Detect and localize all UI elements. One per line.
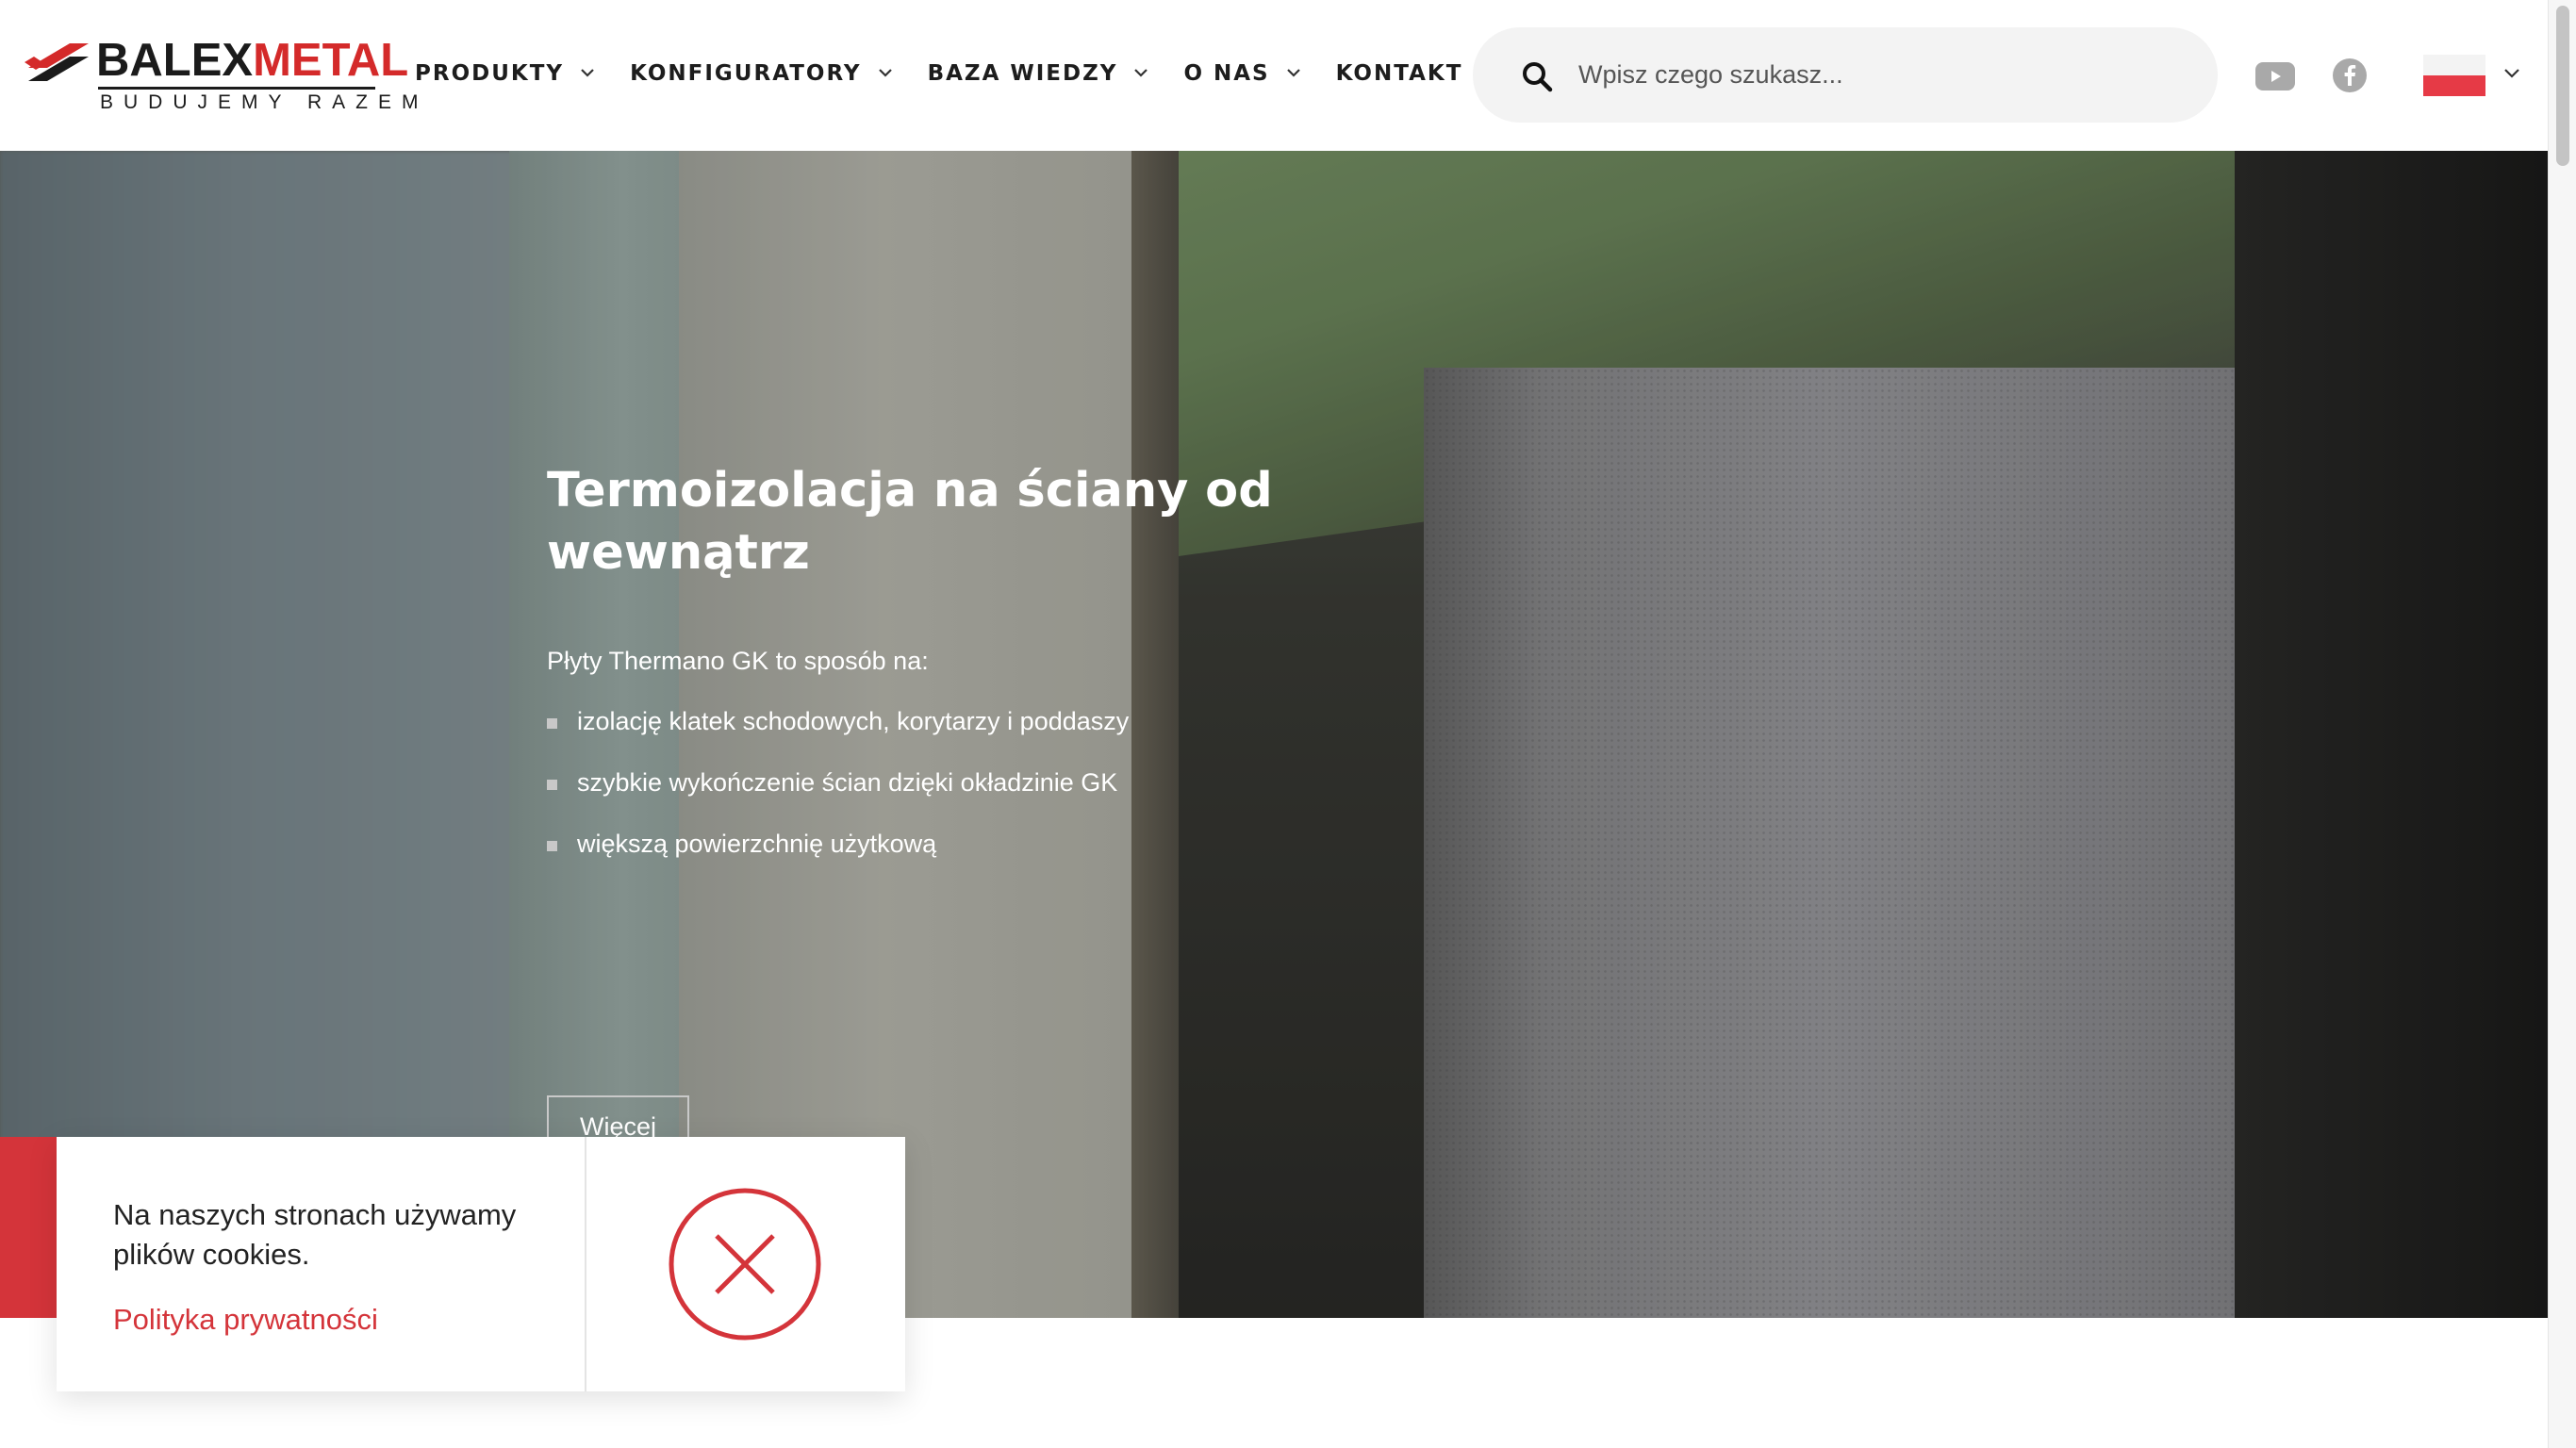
hero-bullet-list: izolację klatek schodowych, korytarzy i … xyxy=(547,702,1395,886)
chevron-down-icon xyxy=(1286,69,1300,77)
nav-item-label: O NAS xyxy=(1183,61,1270,86)
bullet-square-icon xyxy=(547,780,557,790)
hero-title: Termoizolacja na ściany od wewnątrz xyxy=(547,463,1273,581)
nav-item-baza-wiedzy[interactable]: BAZA WIEDZY xyxy=(928,61,1156,86)
nav-item-label: KONFIGURATORY xyxy=(630,61,862,86)
close-circle-icon[interactable] xyxy=(668,1187,822,1341)
scrollbar-thumb[interactable] xyxy=(2556,6,2569,166)
cookie-message: Na naszych stronach używamy plików cooki… xyxy=(113,1198,517,1271)
list-item: izolację klatek schodowych, korytarzy i … xyxy=(547,702,1395,764)
chevron-down-icon[interactable] xyxy=(2501,66,2523,81)
hero-lead: Płyty Thermano GK to sposób na: xyxy=(547,647,929,675)
nav-item-label: KONTAKT xyxy=(1335,61,1463,86)
nav-item-o-nas[interactable]: O NAS xyxy=(1183,61,1307,86)
nav-item-produkty[interactable]: PRODUKTY xyxy=(415,61,602,86)
nav-item-konfiguratory[interactable]: KONFIGURATORY xyxy=(630,61,900,86)
list-item-text: szybkie wykończenie ścian dzięki okładzi… xyxy=(577,768,1118,797)
chevron-down-icon xyxy=(581,69,594,77)
bullet-square-icon xyxy=(547,718,557,729)
logo-tagline: BUDUJEMY RAZEM xyxy=(100,91,429,113)
cookie-divider xyxy=(585,1137,586,1391)
list-item-text: większą powierzchnię użytkową xyxy=(577,830,937,858)
chevron-down-icon xyxy=(878,69,892,77)
bullet-square-icon xyxy=(547,841,557,851)
list-item-text: izolację klatek schodowych, korytarzy i … xyxy=(577,707,1130,735)
hero-content: Termoizolacja na ściany od wewnątrz Płyt… xyxy=(547,460,1395,1159)
search-input[interactable] xyxy=(1578,46,2182,103)
nav-item-label: BAZA WIEDZY xyxy=(927,61,1118,86)
facebook-icon[interactable] xyxy=(2333,58,2367,92)
language-flag-pl[interactable] xyxy=(2423,55,2485,96)
site-header: BALEXMETAL BUDUJEMY RAZEM PRODUKTY KONFI… xyxy=(0,0,2548,151)
main-nav: PRODUKTY KONFIGURATORY BAZA WIEDZY O NAS… xyxy=(415,55,1528,92)
flag-white-stripe xyxy=(2423,55,2485,75)
logo-underline xyxy=(98,87,375,90)
page-scrollbar[interactable] xyxy=(2548,0,2576,1448)
logo-wordmark: BALEXMETAL xyxy=(96,34,408,87)
cookie-banner: Na naszych stronach używamy plików cooki… xyxy=(57,1137,905,1391)
list-item: większą powierzchnię użytkową xyxy=(547,825,1395,886)
logo-word-metal: METAL xyxy=(253,35,409,86)
search-icon[interactable] xyxy=(1520,59,1554,93)
search-box xyxy=(1473,27,2218,123)
flag-red-stripe xyxy=(2423,75,2485,96)
chevron-down-icon xyxy=(1134,69,1148,77)
logo-word-balex: BALEX xyxy=(96,35,254,86)
logo-mark-icon xyxy=(25,43,89,81)
list-item: szybkie wykończenie ścian dzięki okładzi… xyxy=(547,764,1395,825)
logo[interactable]: BALEXMETAL BUDUJEMY RAZEM xyxy=(25,34,418,115)
privacy-policy-link[interactable]: Polityka prywatności xyxy=(113,1303,378,1337)
cookie-accent-bar xyxy=(0,1137,57,1318)
nav-item-label: PRODUKTY xyxy=(415,61,565,86)
youtube-icon[interactable] xyxy=(2255,62,2295,90)
